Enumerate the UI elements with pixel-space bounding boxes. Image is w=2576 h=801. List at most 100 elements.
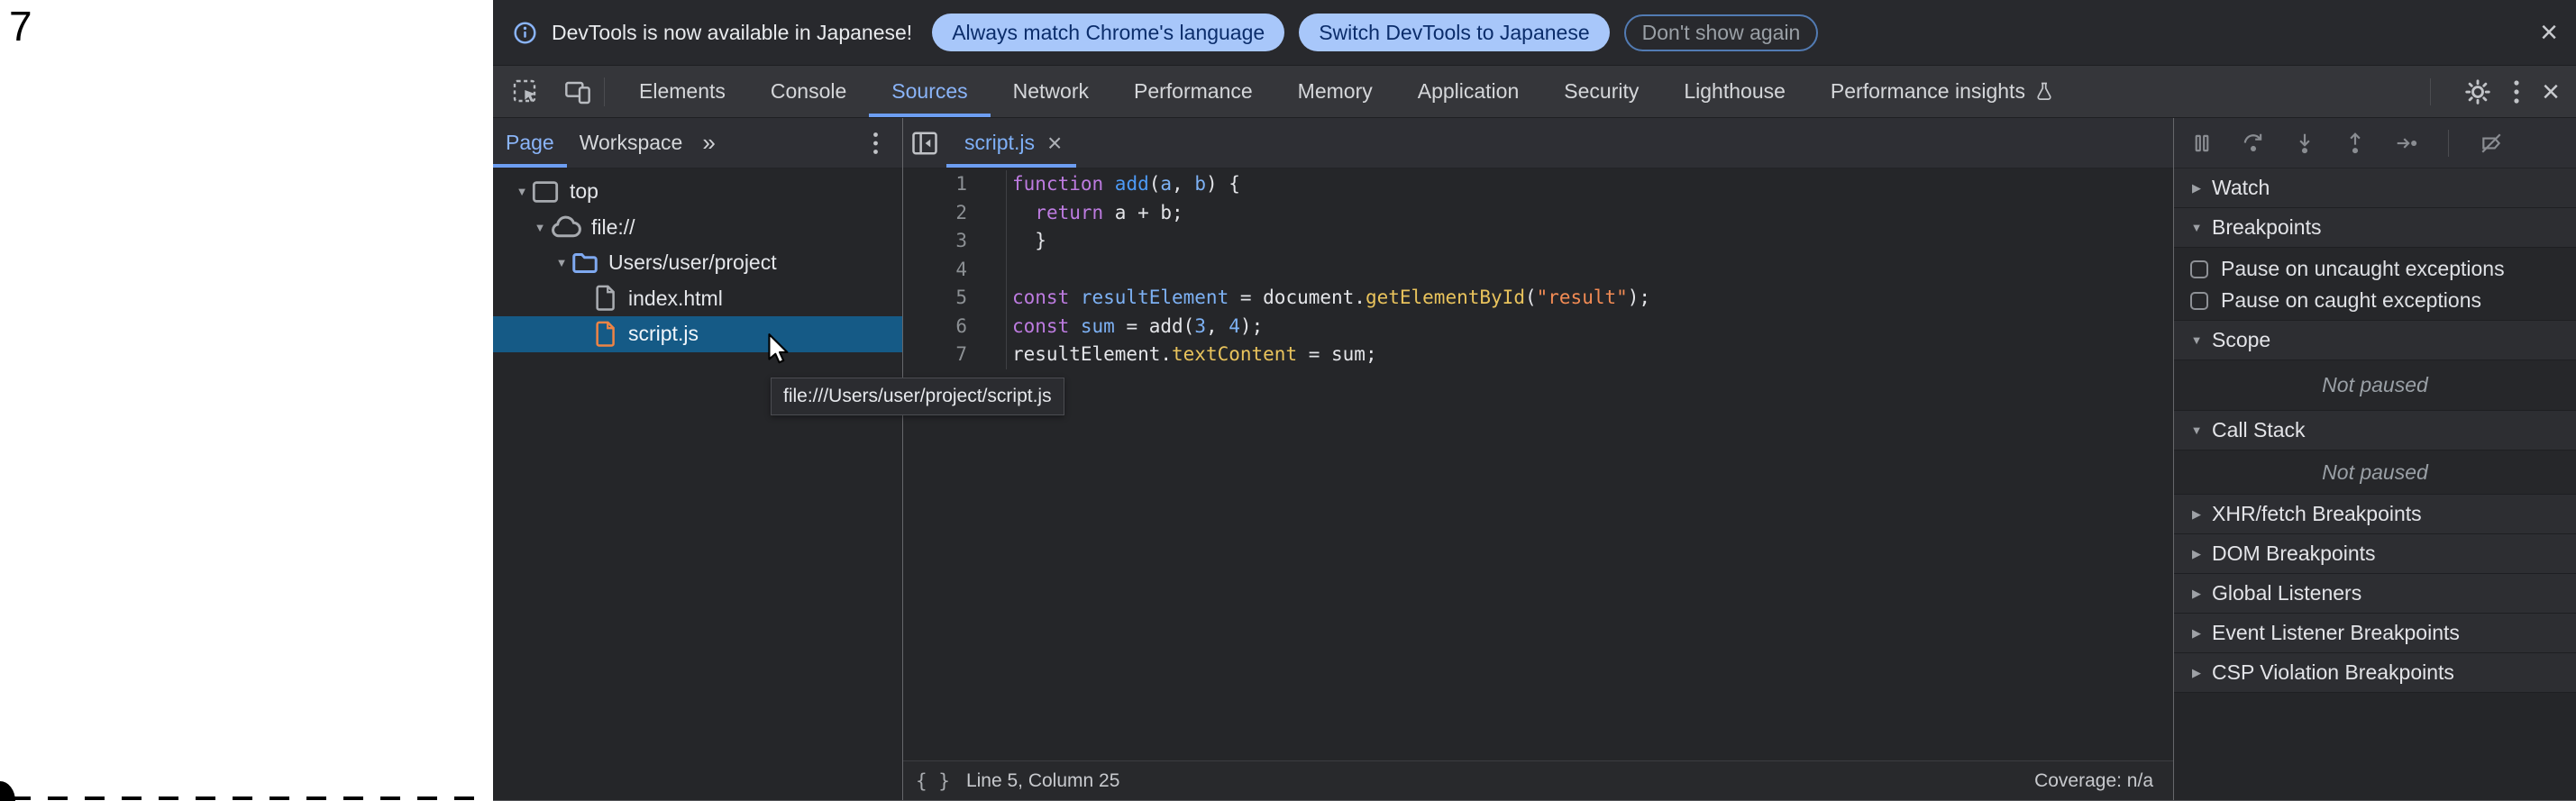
tab-performance-insights[interactable]: Performance insights bbox=[1808, 66, 2078, 117]
tab-sources[interactable]: Sources bbox=[869, 66, 990, 117]
js-file-icon bbox=[594, 321, 617, 348]
step-over-icon[interactable] bbox=[2241, 132, 2266, 155]
language-infobar: DevTools is now available in Japanese! A… bbox=[493, 0, 2576, 66]
experiment-flask-icon bbox=[2033, 80, 2055, 104]
checkbox-label[interactable]: Pause on uncaught exceptions bbox=[2221, 257, 2505, 281]
line-number[interactable]: 2 bbox=[903, 199, 967, 228]
expanded-arrow-icon[interactable]: ▼ bbox=[2190, 333, 2203, 347]
navigator-tabbar: Page Workspace » bbox=[493, 118, 902, 168]
tab-console[interactable]: Console bbox=[748, 66, 869, 117]
tree-item-project-folder[interactable]: ▼ Users/user/project bbox=[493, 245, 902, 281]
cloud-icon bbox=[550, 214, 582, 240]
line-number-gutter[interactable]: 1 2 3 4 5 6 7 bbox=[903, 170, 1007, 369]
dont-show-again-button[interactable]: Don't show again bbox=[1624, 14, 1819, 51]
tab-security[interactable]: Security bbox=[1541, 66, 1661, 117]
page-number-label: 7 bbox=[9, 2, 32, 50]
tab-memory[interactable]: Memory bbox=[1275, 66, 1395, 117]
main-toolbar: Elements Console Sources Network Perform… bbox=[493, 66, 2576, 118]
infobar-close-icon[interactable]: × bbox=[2540, 17, 2558, 48]
editor-tabbar: script.js × bbox=[903, 118, 2173, 168]
navigator-tab-page[interactable]: Page bbox=[493, 118, 567, 168]
debugger-sidebar: ▶ Watch ▼ Breakpoints Pause on uncaught … bbox=[2173, 118, 2576, 800]
code-line: const resultElement = document.getElemen… bbox=[1012, 284, 1650, 313]
line-number[interactable]: 6 bbox=[903, 313, 967, 341]
code-line: return a + b; bbox=[1012, 199, 1650, 228]
panel-tabs: Elements Console Sources Network Perform… bbox=[617, 66, 2078, 117]
pause-caught-row[interactable]: Pause on caught exceptions bbox=[2174, 285, 2576, 316]
tab-performance[interactable]: Performance bbox=[1111, 66, 1275, 117]
collapsed-arrow-icon[interactable]: ▶ bbox=[2190, 181, 2203, 196]
tab-elements[interactable]: Elements bbox=[617, 66, 748, 117]
folder-icon bbox=[571, 251, 598, 275]
line-number[interactable]: 5 bbox=[903, 284, 967, 313]
line-number[interactable]: 7 bbox=[903, 341, 967, 369]
checkbox-icon[interactable] bbox=[2190, 292, 2208, 310]
scope-status: Not paused bbox=[2174, 360, 2576, 411]
infobar-message: DevTools is now available in Japanese! bbox=[552, 21, 912, 45]
section-xhr-breakpoints[interactable]: ▶ XHR/fetch Breakpoints bbox=[2174, 495, 2576, 534]
device-toolbar-icon[interactable] bbox=[563, 77, 592, 106]
cursor-position-label: Line 5, Column 25 bbox=[966, 770, 1119, 792]
code-line: function add(a, b) { bbox=[1012, 170, 1650, 199]
toolbar-left-icons bbox=[493, 66, 592, 117]
selection-dashes bbox=[11, 796, 490, 800]
more-options-kebab-icon[interactable] bbox=[2513, 78, 2520, 105]
tree-item-top[interactable]: ▼ top bbox=[493, 174, 902, 210]
match-language-button[interactable]: Always match Chrome's language bbox=[932, 14, 1284, 51]
tab-application[interactable]: Application bbox=[1395, 66, 1542, 117]
tree-item-script-js[interactable]: script.js bbox=[493, 316, 902, 352]
checkbox-icon[interactable] bbox=[2190, 260, 2208, 278]
more-tabs-chevron-icon[interactable]: » bbox=[695, 118, 722, 168]
line-number[interactable]: 3 bbox=[903, 227, 967, 256]
line-number[interactable]: 4 bbox=[903, 256, 967, 285]
step-out-icon[interactable] bbox=[2343, 132, 2367, 155]
section-global-listeners[interactable]: ▶ Global Listeners bbox=[2174, 574, 2576, 614]
step-into-icon[interactable] bbox=[2293, 132, 2316, 155]
file-tree: ▼ top ▼ file:// bbox=[493, 168, 902, 352]
line-number[interactable]: 1 bbox=[903, 170, 967, 199]
tab-lighthouse[interactable]: Lighthouse bbox=[1661, 66, 1808, 117]
expand-arrow-icon[interactable]: ▼ bbox=[516, 185, 528, 198]
pause-script-icon[interactable] bbox=[2190, 132, 2214, 155]
code-editor[interactable]: 1 2 3 4 5 6 7 function add(a, b) { retur… bbox=[903, 168, 2173, 760]
tab-network[interactable]: Network bbox=[991, 66, 1111, 117]
pause-uncaught-row[interactable]: Pause on uncaught exceptions bbox=[2174, 253, 2576, 285]
switch-to-japanese-button[interactable]: Switch DevTools to Japanese bbox=[1299, 14, 1609, 51]
collapsed-arrow-icon[interactable]: ▶ bbox=[2190, 587, 2203, 601]
collapsed-arrow-icon[interactable]: ▶ bbox=[2190, 666, 2203, 680]
collapsed-arrow-icon[interactable]: ▶ bbox=[2190, 547, 2203, 561]
collapsed-arrow-icon[interactable]: ▶ bbox=[2190, 626, 2203, 641]
navigator-kebab-icon[interactable] bbox=[872, 118, 879, 168]
section-breakpoints[interactable]: ▼ Breakpoints bbox=[2174, 208, 2576, 248]
inspect-element-icon[interactable] bbox=[511, 77, 540, 106]
devtools-close-icon[interactable]: × bbox=[2542, 77, 2560, 107]
section-watch[interactable]: ▶ Watch bbox=[2174, 168, 2576, 208]
section-csp-violation-breakpoints[interactable]: ▶ CSP Violation Breakpoints bbox=[2174, 653, 2576, 693]
navigator-tab-workspace[interactable]: Workspace bbox=[567, 118, 696, 168]
pretty-print-icon[interactable]: { } bbox=[916, 770, 950, 792]
expand-arrow-icon[interactable]: ▼ bbox=[534, 221, 546, 234]
tree-item-file-origin[interactable]: ▼ file:// bbox=[493, 210, 902, 246]
sources-panel: Page Workspace » ▼ top bbox=[493, 118, 2576, 800]
editor-tab-script-js[interactable]: script.js × bbox=[946, 118, 1076, 168]
collapsed-arrow-icon[interactable]: ▶ bbox=[2190, 507, 2203, 522]
checkbox-label[interactable]: Pause on caught exceptions bbox=[2221, 288, 2481, 313]
expanded-arrow-icon[interactable]: ▼ bbox=[2190, 221, 2203, 234]
corner-artifact bbox=[0, 781, 15, 801]
code-content[interactable]: function add(a, b) { return a + b; } con… bbox=[1007, 170, 1650, 369]
section-call-stack[interactable]: ▼ Call Stack bbox=[2174, 411, 2576, 451]
toolbar-separator bbox=[2430, 78, 2431, 105]
section-dom-breakpoints[interactable]: ▶ DOM Breakpoints bbox=[2174, 534, 2576, 574]
settings-gear-icon[interactable] bbox=[2464, 78, 2491, 105]
expand-arrow-icon[interactable]: ▼ bbox=[555, 256, 568, 269]
collapse-navigator-icon[interactable] bbox=[903, 118, 946, 168]
file-icon bbox=[594, 285, 617, 312]
deactivate-breakpoints-icon[interactable] bbox=[2478, 132, 2505, 155]
section-event-listener-breakpoints[interactable]: ▶ Event Listener Breakpoints bbox=[2174, 614, 2576, 653]
step-icon[interactable] bbox=[2394, 132, 2419, 155]
section-label: Global Listeners bbox=[2212, 581, 2361, 605]
tree-item-index-html[interactable]: index.html bbox=[493, 281, 902, 317]
expanded-arrow-icon[interactable]: ▼ bbox=[2190, 423, 2203, 437]
section-scope[interactable]: ▼ Scope bbox=[2174, 321, 2576, 360]
close-tab-icon[interactable]: × bbox=[1044, 131, 1065, 156]
